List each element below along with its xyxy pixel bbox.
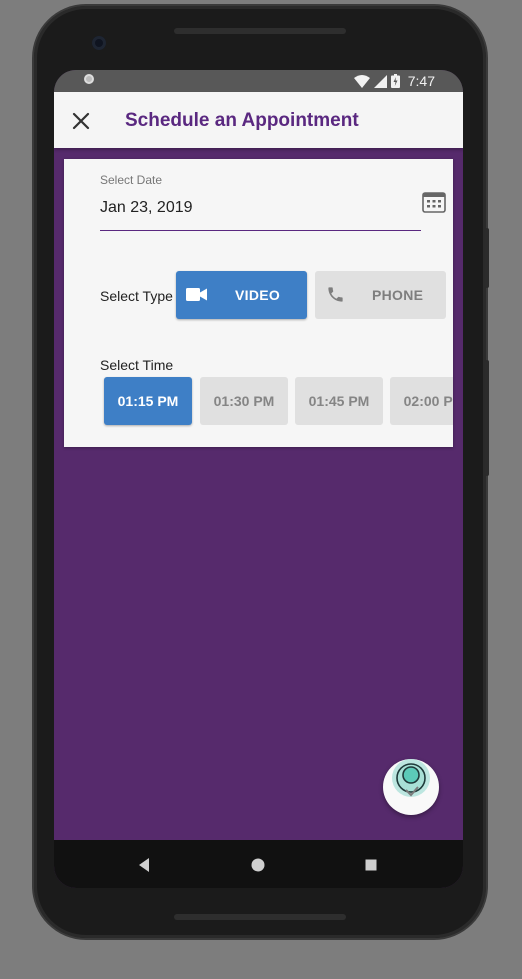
- time-slot-0200[interactable]: 02:00 PM: [390, 377, 453, 425]
- volume-button[interactable]: [485, 228, 489, 288]
- wifi-icon: [353, 74, 370, 88]
- battery-charging-icon: [390, 74, 400, 88]
- status-icons: 7:47: [353, 73, 435, 89]
- videocam-icon: [186, 288, 207, 301]
- calendar-icon[interactable]: [422, 191, 446, 213]
- back-triangle-icon[interactable]: [134, 854, 156, 876]
- front-camera: [92, 36, 106, 50]
- time-slot-0145[interactable]: 01:45 PM: [295, 377, 383, 425]
- location-pin-check-icon: [392, 759, 430, 797]
- bottom-speaker: [174, 914, 346, 920]
- date-field-underline: [100, 230, 421, 231]
- video-type-button[interactable]: VIDEO: [176, 271, 307, 319]
- status-time: 7:47: [407, 73, 435, 89]
- phone-icon: [328, 287, 343, 302]
- power-button[interactable]: [485, 360, 489, 476]
- time-slot-0130[interactable]: 01:30 PM: [200, 377, 288, 425]
- top-speaker: [174, 28, 346, 34]
- cell-signal-icon: [373, 74, 387, 88]
- app-bar: Schedule an Appointment: [54, 92, 463, 148]
- date-field[interactable]: Jan 23, 2019: [100, 199, 193, 217]
- time-slot-0115[interactable]: 01:15 PM: [104, 377, 192, 425]
- date-field-label: Select Date: [100, 173, 163, 187]
- appointment-form-card: Select Date Jan 23, 2019 Select Type VID…: [64, 159, 453, 447]
- page-title: Schedule an Appointment: [125, 110, 359, 131]
- system-nav-bar: [54, 840, 463, 888]
- phone-type-label: PHONE: [372, 287, 424, 303]
- notification-dot-icon: [84, 74, 94, 84]
- confirm-location-fab[interactable]: [383, 759, 439, 815]
- phone-type-button[interactable]: PHONE: [315, 271, 446, 319]
- home-circle-icon[interactable]: [247, 854, 269, 876]
- recents-square-icon[interactable]: [360, 854, 382, 876]
- time-label: Select Time: [100, 357, 174, 373]
- screen: 7:47 Schedule an Appointment Select Date…: [54, 70, 463, 888]
- status-bar: 7:47: [54, 70, 463, 92]
- close-icon[interactable]: [68, 108, 94, 134]
- video-type-label: VIDEO: [235, 287, 281, 303]
- type-label: Select Type: [100, 288, 173, 304]
